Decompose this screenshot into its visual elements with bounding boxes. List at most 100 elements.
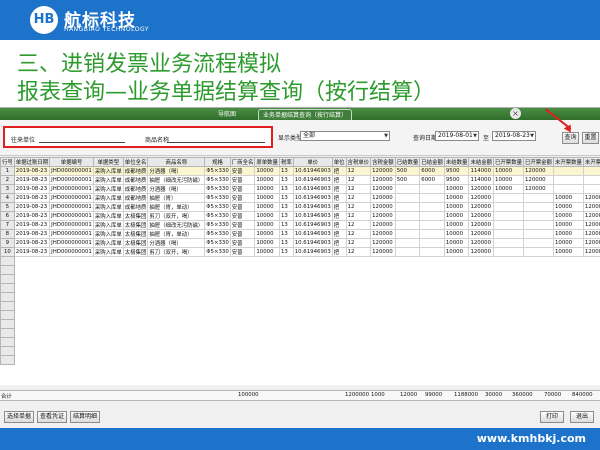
empty-cell <box>419 301 445 311</box>
empty-cell <box>582 301 600 311</box>
table-cell: 10000 <box>443 184 470 194</box>
empty-cell <box>13 256 51 266</box>
empty-row <box>0 319 600 329</box>
table-cell: JHD000000001 <box>49 238 94 248</box>
table-cell <box>522 229 554 239</box>
print-button[interactable]: 打印 <box>540 411 564 423</box>
empty-cell <box>552 283 584 293</box>
results-grid: 行号 单据过账日期 单据编号 单据类型 单位全名 商品名称 规格 厂商全名 原单数量 税率 单价 单位… <box>0 157 600 385</box>
empty-cell <box>49 292 94 302</box>
column-header[interactable]: 原单数量 <box>254 157 280 167</box>
column-header[interactable]: 含税金额 <box>370 157 396 167</box>
column-header[interactable]: 厂商全名 <box>229 157 256 167</box>
product-input[interactable] <box>167 142 265 143</box>
empty-cell <box>122 292 149 302</box>
empty-cell <box>49 355 94 365</box>
table-cell <box>493 229 524 239</box>
empty-cell <box>468 301 495 311</box>
column-header[interactable]: 单位全名 <box>122 157 149 167</box>
table-row[interactable]: 3 2019-08-23 JHD000000001 采购入库单 成都地质 分酒器（喝） Φ5… <box>0 184 600 194</box>
tab-navigation[interactable]: 导航图 <box>214 109 240 120</box>
table-row[interactable]: 8 2019-08-23 JHD000000001 采购入库单 太极集团 抽屉（胃，单动）… <box>0 229 600 239</box>
empty-cell <box>468 328 495 338</box>
exit-button[interactable]: 退出 <box>570 411 594 423</box>
column-header[interactable]: 未结数量 <box>443 157 470 167</box>
empty-cell <box>394 301 421 311</box>
empty-cell <box>147 319 206 329</box>
row-number: 8 <box>0 229 15 239</box>
empty-row <box>0 283 600 293</box>
select-document-button[interactable]: 选择单据 <box>4 411 34 423</box>
empty-cell <box>92 328 124 338</box>
table-cell <box>394 202 421 212</box>
column-header[interactable]: 已结金额 <box>419 157 445 167</box>
table-row[interactable]: 7 2019-08-23 JHD000000001 采购入库单 太极集团 抽屉（细改无污防… <box>0 220 600 230</box>
product-label: 商品名称 <box>145 137 170 144</box>
query-button[interactable]: 查询 <box>562 132 579 144</box>
empty-cell <box>394 274 421 284</box>
table-row[interactable]: 9 2019-08-23 JHD000000001 采购入库单 太极集团 分酒器（喝） Φ5… <box>0 238 600 248</box>
partner-input[interactable] <box>39 142 125 143</box>
table-cell <box>522 220 554 230</box>
column-header[interactable]: 已开票数量 <box>493 157 524 167</box>
table-cell: 把 <box>331 193 347 203</box>
table-cell <box>394 184 421 194</box>
table-row[interactable]: 2 2019-08-23 JHD000000001 采购入库单 成都地质 抽屉（细改无污防… <box>0 175 600 185</box>
column-header[interactable]: 单据类型 <box>92 157 124 167</box>
brand-banner: HB 航标科技 HANGBIAO TECHNOLOGY <box>0 0 600 40</box>
empty-cell <box>204 319 231 329</box>
table-row[interactable]: 4 2019-08-23 JHD000000001 采购入库单 成都地质 抽屉（胃） Φ5×… <box>0 193 600 203</box>
table-row[interactable]: 1 2019-08-23 JHD000000001 采购入库单 成都地质 分酒器（喝） Φ5… <box>0 166 600 176</box>
column-header[interactable]: 单据过账日期 <box>13 157 51 167</box>
table-row[interactable]: 6 2019-08-23 JHD000000001 采购入库单 太极集团 剪刀（双开，喝）… <box>0 211 600 221</box>
empty-row <box>0 256 600 266</box>
website-url[interactable]: www.kmhbkj.com <box>477 432 586 445</box>
empty-cell <box>522 328 554 338</box>
table-cell: Φ5×330 <box>204 166 231 176</box>
empty-cell <box>254 328 280 338</box>
table-row[interactable]: 10 2019-08-23 JHD000000001 采购入库单 太极集团 剪刀（双开，喝… <box>0 247 600 257</box>
date-to-select[interactable]: 2019-08-23 ▼ <box>492 131 536 141</box>
close-icon[interactable]: × <box>510 108 521 119</box>
filter-bar: 往来单位 商品名称 显示类型 全部 ▼ 查询日期 2019-08-01 ▼ 至 … <box>0 108 600 156</box>
empty-cell <box>493 292 524 302</box>
empty-cell <box>254 292 280 302</box>
empty-cell <box>254 355 280 365</box>
column-header[interactable]: 规格 <box>204 157 231 167</box>
column-header[interactable]: 商品名称 <box>147 157 206 167</box>
empty-cell <box>493 256 524 266</box>
view-voucher-button[interactable]: 查看凭证 <box>37 411 67 423</box>
column-header[interactable]: 单价 <box>292 157 333 167</box>
column-header[interactable]: 行号 <box>0 157 15 167</box>
column-header[interactable]: 未开票数量 <box>552 157 584 167</box>
empty-cell <box>278 319 294 329</box>
tab-settlement-query[interactable]: 业务单据结算查询（按行结算） <box>258 109 353 120</box>
table-cell: 10000 <box>443 229 470 239</box>
table-cell: Φ5×330 <box>204 220 231 230</box>
empty-cell <box>122 310 149 320</box>
table-cell: 2019-08-23 <box>13 184 51 194</box>
column-header[interactable]: 含税单价 <box>345 157 372 167</box>
column-header[interactable]: 未结金额 <box>468 157 495 167</box>
column-header[interactable]: 未开票金额 <box>582 157 600 167</box>
table-row[interactable]: 5 2019-08-23 JHD000000001 采购入库单 成都地质 抽屉（胃，单动）… <box>0 202 600 212</box>
table-cell: 采购入库单 <box>92 238 124 248</box>
empty-cell <box>582 328 600 338</box>
empty-cell <box>13 301 51 311</box>
table-cell: JHD000000001 <box>49 247 94 257</box>
empty-cell <box>122 256 149 266</box>
empty-cell <box>292 310 333 320</box>
date-from-select[interactable]: 2019-08-01 ▼ <box>435 131 479 141</box>
empty-cell <box>394 310 421 320</box>
column-header[interactable]: 单位 <box>331 157 347 167</box>
column-header[interactable]: 单据编号 <box>49 157 94 167</box>
table-cell: 120000 <box>468 247 495 257</box>
column-header[interactable]: 已结数量 <box>394 157 421 167</box>
settlement-detail-button[interactable]: 结算明细 <box>70 411 100 423</box>
display-type-select[interactable]: 全部 ▼ <box>300 131 390 141</box>
company-name-en: HANGBIAO TECHNOLOGY <box>64 26 150 33</box>
column-header[interactable]: 已开票金额 <box>522 157 554 167</box>
column-header[interactable]: 税率 <box>278 157 294 167</box>
total-uninvoiced-amount: 840000 <box>572 392 593 398</box>
reset-button[interactable]: 重置 <box>582 132 599 144</box>
